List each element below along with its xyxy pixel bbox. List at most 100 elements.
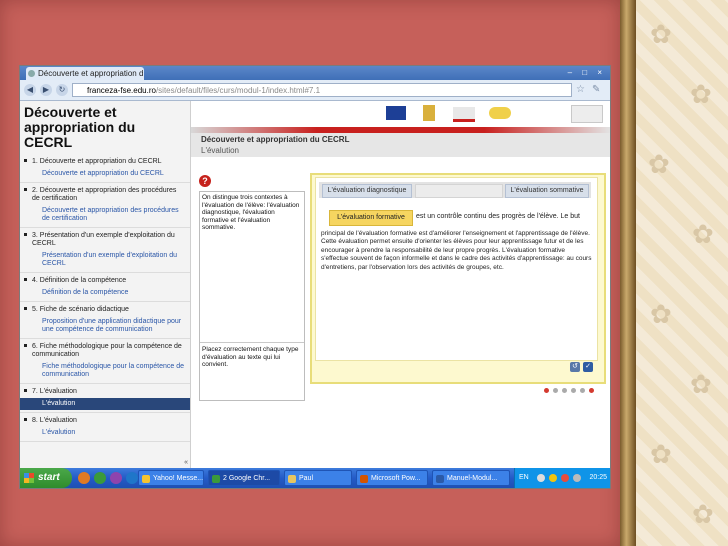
divider [20,412,190,413]
decorative-band [620,0,636,546]
bullet-icon [24,389,27,392]
back-icon[interactable]: ◀ [24,84,36,96]
bullet-icon [24,418,27,421]
collapse-icon[interactable]: « [184,459,188,466]
window-controls[interactable]: – □ × [568,68,606,77]
bullet-icon [24,188,27,191]
help-icon[interactable]: ? [199,175,211,187]
flower-ornament: ✿ [650,440,672,470]
start-button[interactable]: start [20,468,72,488]
browser-tab[interactable]: Découverte et appropriation d [26,67,144,80]
bullet-icon [24,233,27,236]
security-icon[interactable] [549,474,557,482]
next-icon[interactable] [588,387,594,393]
windows-logo-icon [24,473,34,483]
instructions-panel: On distingue trois contextes à l'évaluat… [199,191,305,401]
exercise-footer: ↺ ✓ [315,360,596,376]
browser-tabbar: Découverte et appropriation d – □ × [20,66,610,80]
drop-zone-sommative[interactable]: L'évaluation sommative [505,184,589,198]
drop-zone-row: L'évaluation diagnostique L'évaluation s… [319,182,591,198]
sidebar-link[interactable]: Proposition d'une application didactique… [20,316,190,336]
flower-ornament: ✿ [690,80,712,110]
divider [200,342,304,343]
sidebar-section[interactable]: 8. L'évaluation [20,415,190,427]
address-bar: ◀ ▶ ↻ franceza-fse.edu.ro/sites/default/… [20,80,610,101]
taskbar-item-label: Yahoo! Messe... [153,475,204,482]
divider [20,441,190,442]
screenshot: Découverte et appropriation d – □ × ◀ ▶ … [20,66,610,488]
taskbar-item[interactable]: Microsoft Pow... [356,470,428,486]
sidebar-section[interactable]: 5. Fiche de scénario didactique [20,304,190,316]
favicon-icon [28,70,35,77]
sidebar-section-label: 5. Fiche de scénario didactique [32,306,129,313]
bookmark-star-icon[interactable]: ☆ [576,84,585,95]
sidebar-link[interactable]: L'évalution [20,427,190,439]
clock: 20:25 [589,474,607,481]
module-title: Découverte et appropriation du CECRL [201,135,350,144]
sidebar: Découverte et appropriation du CECRL 1. … [20,101,191,468]
wrench-icon[interactable]: ✎ [592,84,600,95]
divider [20,301,190,302]
taskbar-item-label: Microsoft Pow... [371,475,421,482]
exercise-paragraph: principal de l'évaluation formative est … [321,230,592,271]
url-path: /sites/default/files/curs/modul-1/index.… [155,86,321,95]
sidebar-section-label: 7. L'évaluation [32,388,77,395]
firefox-icon[interactable] [78,472,90,484]
page-dot-icon[interactable] [552,387,558,393]
url-domain: franceza-fse.edu.ro [87,86,156,95]
flower-ornament: ✿ [690,370,712,400]
drop-zone-empty[interactable] [415,184,503,198]
flower-ornament: ✿ [692,500,714,530]
flower-ornament: ✿ [650,20,672,50]
antivirus-icon[interactable] [561,474,569,482]
chrome-icon [212,475,220,483]
sidebar-section[interactable]: 3. Présentation d'un exemple d'exploitat… [20,230,190,250]
forward-icon[interactable]: ▶ [40,84,52,96]
volume-icon[interactable] [573,474,581,482]
network-icon[interactable] [537,474,545,482]
page-dot-icon[interactable] [561,387,567,393]
sidebar-link[interactable]: Découverte et appropriation du CECRL [20,168,190,180]
draggable-label-formative[interactable]: L'évaluation formative [329,210,413,226]
taskbar-item-label: Paul [299,475,314,482]
sidebar-link[interactable]: Fiche méthodologique pour la compétence … [20,361,190,381]
check-icon[interactable]: ✓ [583,362,593,372]
sidebar-section-label: 3. Présentation d'un exemple d'exploitat… [32,232,175,247]
sidebar-section[interactable]: 6. Fiche méthodologique pour la compéten… [20,341,190,361]
bullet-icon [24,159,27,162]
language-indicator[interactable]: EN [519,468,529,488]
yahoo-icon [142,475,150,483]
drop-zone-diagnostique[interactable]: L'évaluation diagnostique [322,184,412,198]
exercise-panel: L'évaluation diagnostique L'évaluation s… [310,173,606,384]
ie-icon[interactable] [126,472,138,484]
taskbar-item[interactable]: 2 Google Chr... [208,470,280,486]
sidebar-link[interactable]: Présentation d'un exemple d'exploitation… [20,250,190,270]
decorative-pattern: ✿ ✿ ✿ ✿ ✿ ✿ ✿ ✿ [620,0,728,546]
sidebar-link[interactable]: Découverte et appropriation des procédur… [20,205,190,225]
taskbar-item[interactable]: Paul [284,470,352,486]
divider [20,383,190,384]
url-input[interactable]: franceza-fse.edu.ro/sites/default/files/… [72,83,572,97]
reload-icon[interactable]: ↻ [56,84,68,96]
divider [20,338,190,339]
sidebar-section[interactable]: 7. L'évaluation [20,386,190,398]
sidebar-link[interactable]: L'évalution [20,398,190,410]
taskbar-item[interactable]: Manuel-Modul... [432,470,510,486]
reset-icon[interactable]: ↺ [570,362,580,372]
module-subtitle: L'évalution [201,146,239,155]
sidebar-section[interactable]: 4. Définition de la compétence [20,275,190,287]
sidebar-link[interactable]: Définition de la compétence [20,287,190,299]
page-dot-icon[interactable] [579,387,585,393]
bullet-icon [24,307,27,310]
taskbar-item[interactable]: Yahoo! Messe... [138,470,204,486]
main-content: Découverte et appropriation du CECRL L'é… [191,101,610,468]
sidebar-section[interactable]: 2. Découverte et appropriation des procé… [20,185,190,205]
sidebar-section-label: 6. Fiche méthodologique pour la compéten… [32,343,182,358]
media-icon[interactable] [110,472,122,484]
system-tray: EN 20:25 [514,468,610,488]
sidebar-section[interactable]: 1. Découverte et appropriation du CECRL [20,156,190,168]
prev-icon[interactable] [544,387,549,393]
chrome-icon[interactable] [94,472,106,484]
page-dot-icon[interactable] [570,387,576,393]
web-page: Découverte et appropriation du CECRL 1. … [20,101,610,468]
